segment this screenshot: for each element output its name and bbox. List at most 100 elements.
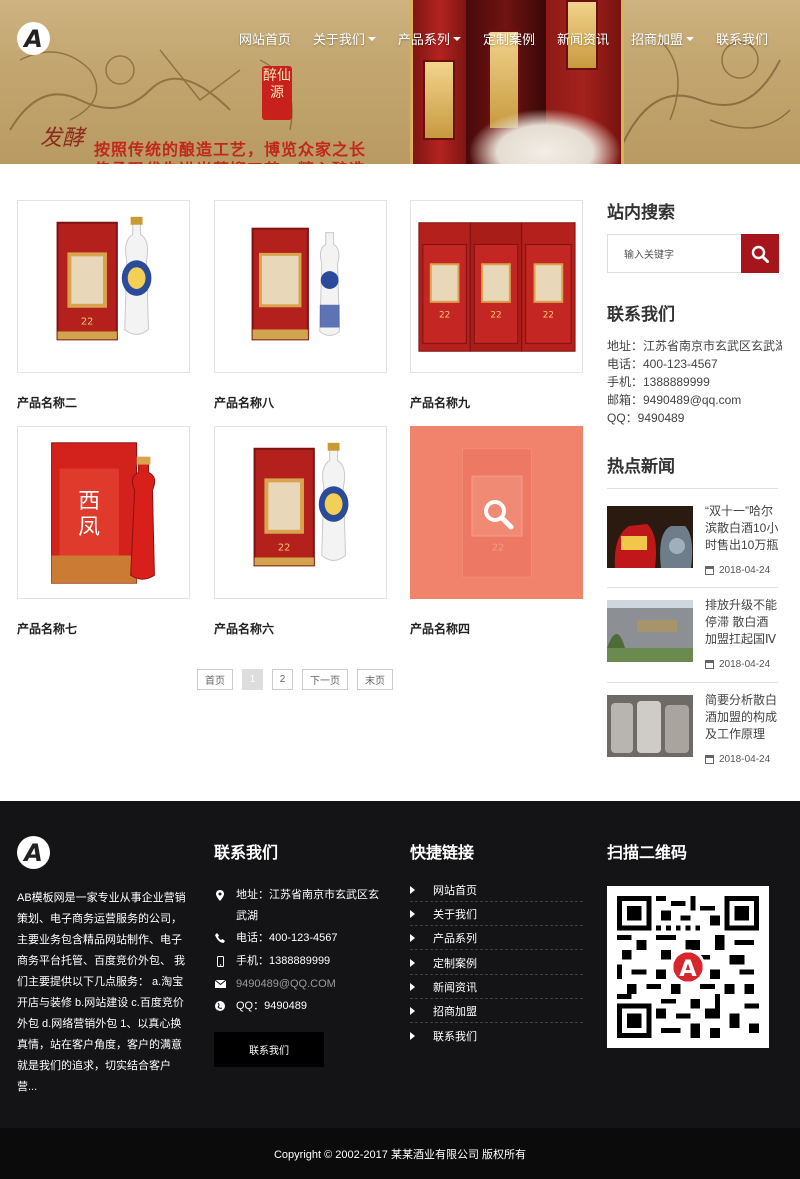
caret-down-icon: [452, 36, 461, 41]
caret-right-icon: [410, 1032, 415, 1040]
product-card[interactable]: 产品名称九: [410, 200, 583, 411]
product-photo: [411, 201, 582, 372]
search-input[interactable]: 输入关键字: [607, 234, 741, 273]
pagination-last[interactable]: 末页: [357, 669, 393, 690]
product-name[interactable]: 产品名称六: [214, 620, 387, 637]
footer-contact-qq: QQ：9490489: [214, 996, 386, 1017]
product-name[interactable]: 产品名称八: [214, 394, 387, 411]
nav-item-about[interactable]: 关于我们: [313, 29, 376, 48]
copyright-bar: Copyright © 2002-2017 某某酒业有限公司 版权所有: [0, 1128, 800, 1179]
news-item[interactable]: “双十一”哈尔滨散白酒10小时售出10万瓶 2018-04-24: [607, 503, 779, 576]
footer-link-label[interactable]: 招商加盟: [433, 1003, 477, 1019]
product-card[interactable]: 产品名称六: [214, 426, 387, 637]
news-thumbnail[interactable]: [607, 506, 693, 568]
footer-link-label[interactable]: 新闻资讯: [433, 979, 477, 995]
sidebar-contact-email: 邮箱：9490489@qq.com: [607, 393, 742, 407]
sidebar-divider: [607, 488, 778, 489]
product-card[interactable]: 产品名称八: [214, 200, 387, 411]
caret-down-icon: [685, 36, 694, 41]
footer-link-news[interactable]: 新闻资讯: [410, 975, 583, 999]
product-card[interactable]: 产品名称四: [410, 426, 583, 637]
nav-item-products[interactable]: 产品系列: [398, 29, 461, 48]
news-title[interactable]: “双十一”哈尔滨散白酒10小时售出10万瓶: [705, 503, 779, 554]
footer-link-products[interactable]: 产品系列: [410, 926, 583, 950]
banner-calligraphy: 发酵: [40, 126, 85, 151]
nav-item-home[interactable]: 网站首页: [239, 29, 291, 48]
qr-code-icon: A: [617, 896, 759, 1038]
banner-gift-box-1: [410, 0, 466, 164]
sidebar-divider: [607, 587, 778, 588]
footer-link-contact[interactable]: 联系我们: [410, 1024, 583, 1048]
footer-contact-email[interactable]: 9490489@QQ.COM: [214, 974, 386, 995]
footer-contact-button[interactable]: 联系我们: [214, 1032, 324, 1067]
calendar-icon: [705, 755, 714, 764]
news-date-text: 2018-04-24: [719, 659, 771, 670]
footer-logo[interactable]: A: [17, 836, 50, 869]
mobile-icon: [214, 955, 226, 967]
search-button[interactable]: [741, 234, 779, 273]
footer-about-text: AB模板网是一家专业从事企业营销策划、电子商务运营服务的公司，主要业务包含精品网…: [17, 892, 186, 1093]
nav-item-news[interactable]: 新闻资讯: [557, 29, 609, 48]
news-thumbnail[interactable]: [607, 695, 693, 757]
product-name[interactable]: 产品名称九: [410, 394, 583, 411]
product-photo: [18, 427, 189, 598]
caret-down-icon: [367, 36, 376, 41]
news-title[interactable]: 排放升级不能停滞 散白酒加盟扛起国Ⅳ环: [705, 597, 779, 648]
footer-link-label[interactable]: 产品系列: [433, 930, 477, 946]
envelope-icon: [214, 978, 226, 990]
pagination-page[interactable]: 2: [272, 669, 293, 690]
footer-contact-address: 地址：江苏省南京市玄武区玄武湖: [214, 885, 386, 927]
news-item[interactable]: 简要分析散白酒加盟的构成及工作原理 2018-04-24: [607, 692, 779, 765]
pagination-next[interactable]: 下一页: [302, 669, 348, 690]
banner-gold-panel: [423, 60, 455, 140]
product-image[interactable]: [214, 426, 387, 599]
logo-letter-icon: A: [24, 838, 43, 867]
footer-link-franchise[interactable]: 招商加盟: [410, 999, 583, 1023]
news-date: 2018-04-24: [705, 565, 770, 576]
product-card[interactable]: 产品名称二: [17, 200, 190, 411]
product-image[interactable]: [17, 200, 190, 373]
sidebar-contact-qq: QQ：9490489: [607, 411, 685, 425]
product-photo: [215, 201, 386, 372]
footer-contact-mobile-text: 手机：1388889999: [236, 955, 331, 967]
svg-text:A: A: [679, 956, 697, 982]
footer-link-cases[interactable]: 定制案例: [410, 951, 583, 975]
nav-label: 联系我们: [715, 32, 768, 47]
product-name[interactable]: 产品名称二: [17, 394, 190, 411]
pagination-first[interactable]: 首页: [197, 669, 233, 690]
pagination-page-current[interactable]: 1: [242, 669, 263, 690]
footer-link-label[interactable]: 联系我们: [433, 1028, 477, 1044]
footer-link-label[interactable]: 定制案例: [433, 955, 477, 971]
product-image[interactable]: [17, 426, 190, 599]
product-image[interactable]: [410, 200, 583, 373]
calendar-icon: [705, 566, 714, 575]
nav-item-contact[interactable]: 联系我们: [716, 29, 768, 48]
footer-link-about[interactable]: 关于我们: [410, 902, 583, 926]
footer-contact-title: 联系我们: [214, 845, 279, 862]
banner-cloud: [470, 110, 620, 164]
magnifier-icon[interactable]: [482, 498, 514, 530]
site-logo[interactable]: A: [17, 22, 50, 55]
footer-contact-email-text[interactable]: 9490489@QQ.COM: [236, 974, 336, 995]
news-thumbnail[interactable]: [607, 600, 693, 662]
news-title[interactable]: 简要分析散白酒加盟的构成及工作原理: [705, 692, 779, 743]
product-name[interactable]: 产品名称四: [410, 620, 583, 637]
banner-slogan-line2: 传承现代先进光蒸馏工艺，精心酿造: [94, 156, 366, 164]
product-image[interactable]: [410, 426, 583, 599]
nav-item-franchise[interactable]: 招商加盟: [631, 29, 694, 48]
phone-icon: [214, 932, 226, 944]
footer-link-home[interactable]: 网站首页: [410, 878, 583, 902]
caret-right-icon: [410, 886, 415, 894]
sidebar-contact-mobile: 手机：1388889999: [607, 375, 710, 389]
footer-contact-phone: 电话：400-123-4567: [214, 928, 386, 949]
map-marker-icon: [214, 889, 226, 901]
news-item[interactable]: 排放升级不能停滞 散白酒加盟扛起国Ⅳ环 2018-04-24: [607, 597, 779, 670]
product-card[interactable]: 产品名称七: [17, 426, 190, 637]
product-name[interactable]: 产品名称七: [17, 620, 190, 637]
nav-label: 新闻资讯: [556, 32, 609, 47]
nav-item-cases[interactable]: 定制案例: [483, 29, 535, 48]
footer-link-label[interactable]: 关于我们: [433, 906, 477, 922]
footer-link-label[interactable]: 网站首页: [433, 882, 477, 898]
footer-qr-title: 扫描二维码: [607, 845, 688, 862]
product-image[interactable]: [214, 200, 387, 373]
